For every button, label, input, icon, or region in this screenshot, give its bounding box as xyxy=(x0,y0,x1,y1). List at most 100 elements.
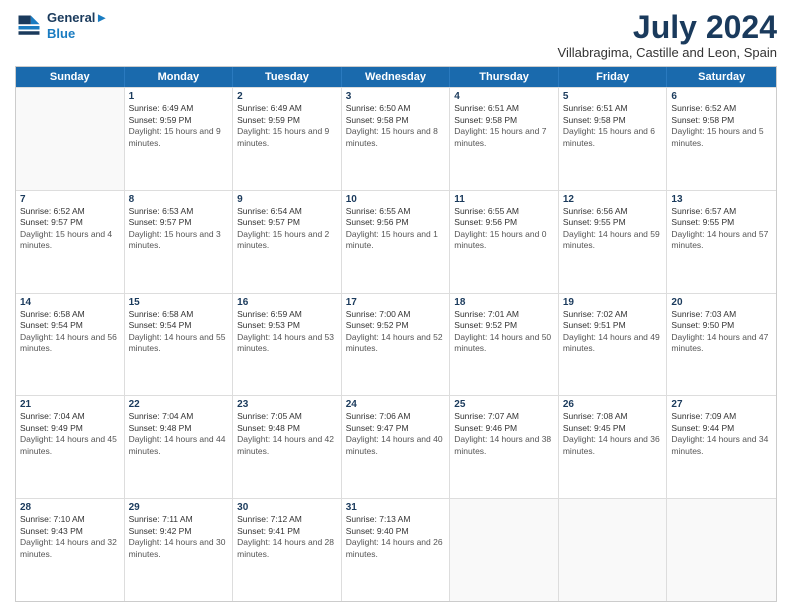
cell-info: Sunrise: 6:55 AMSunset: 9:56 PMDaylight:… xyxy=(346,206,446,252)
calendar-body: 1 Sunrise: 6:49 AMSunset: 9:59 PMDayligh… xyxy=(16,87,776,601)
cell-info: Sunrise: 7:03 AMSunset: 9:50 PMDaylight:… xyxy=(671,309,772,355)
week-row-2: 7 Sunrise: 6:52 AMSunset: 9:57 PMDayligh… xyxy=(16,190,776,293)
cal-cell-w2-d4: 10 Sunrise: 6:55 AMSunset: 9:56 PMDaylig… xyxy=(342,191,451,293)
cell-info: Sunrise: 7:11 AMSunset: 9:42 PMDaylight:… xyxy=(129,514,229,560)
cal-cell-w2-d2: 8 Sunrise: 6:53 AMSunset: 9:57 PMDayligh… xyxy=(125,191,234,293)
cal-cell-w1-d3: 2 Sunrise: 6:49 AMSunset: 9:59 PMDayligh… xyxy=(233,88,342,190)
cal-cell-w5-d7 xyxy=(667,499,776,601)
cal-cell-w4-d6: 26 Sunrise: 7:08 AMSunset: 9:45 PMDaylig… xyxy=(559,396,668,498)
week-row-1: 1 Sunrise: 6:49 AMSunset: 9:59 PMDayligh… xyxy=(16,87,776,190)
week-row-5: 28 Sunrise: 7:10 AMSunset: 9:43 PMDaylig… xyxy=(16,498,776,601)
cell-info: Sunrise: 6:52 AMSunset: 9:57 PMDaylight:… xyxy=(20,206,120,252)
cal-cell-w4-d5: 25 Sunrise: 7:07 AMSunset: 9:46 PMDaylig… xyxy=(450,396,559,498)
calendar: Sunday Monday Tuesday Wednesday Thursday… xyxy=(15,66,777,602)
logo: General► Blue xyxy=(15,10,108,41)
header-monday: Monday xyxy=(125,67,234,87)
cell-info: Sunrise: 6:51 AMSunset: 9:58 PMDaylight:… xyxy=(563,103,663,149)
week-row-4: 21 Sunrise: 7:04 AMSunset: 9:49 PMDaylig… xyxy=(16,395,776,498)
calendar-header: Sunday Monday Tuesday Wednesday Thursday… xyxy=(16,67,776,87)
day-number: 20 xyxy=(671,297,772,308)
day-number: 10 xyxy=(346,194,446,205)
day-number: 7 xyxy=(20,194,120,205)
cell-info: Sunrise: 6:59 AMSunset: 9:53 PMDaylight:… xyxy=(237,309,337,355)
day-number: 3 xyxy=(346,91,446,102)
day-number: 9 xyxy=(237,194,337,205)
day-number: 25 xyxy=(454,399,554,410)
day-number: 31 xyxy=(346,502,446,513)
cal-cell-w3-d1: 14 Sunrise: 6:58 AMSunset: 9:54 PMDaylig… xyxy=(16,294,125,396)
day-number: 29 xyxy=(129,502,229,513)
cal-cell-w5-d3: 30 Sunrise: 7:12 AMSunset: 9:41 PMDaylig… xyxy=(233,499,342,601)
cal-cell-w5-d2: 29 Sunrise: 7:11 AMSunset: 9:42 PMDaylig… xyxy=(125,499,234,601)
day-number: 6 xyxy=(671,91,772,102)
month-title: July 2024 xyxy=(558,10,777,45)
cal-cell-w4-d7: 27 Sunrise: 7:09 AMSunset: 9:44 PMDaylig… xyxy=(667,396,776,498)
cell-info: Sunrise: 6:52 AMSunset: 9:58 PMDaylight:… xyxy=(671,103,772,149)
cell-info: Sunrise: 7:01 AMSunset: 9:52 PMDaylight:… xyxy=(454,309,554,355)
cell-info: Sunrise: 7:04 AMSunset: 9:49 PMDaylight:… xyxy=(20,411,120,457)
header-thursday: Thursday xyxy=(450,67,559,87)
cal-cell-w4-d3: 23 Sunrise: 7:05 AMSunset: 9:48 PMDaylig… xyxy=(233,396,342,498)
day-number: 22 xyxy=(129,399,229,410)
cell-info: Sunrise: 6:51 AMSunset: 9:58 PMDaylight:… xyxy=(454,103,554,149)
cal-cell-w3-d7: 20 Sunrise: 7:03 AMSunset: 9:50 PMDaylig… xyxy=(667,294,776,396)
cell-info: Sunrise: 6:56 AMSunset: 9:55 PMDaylight:… xyxy=(563,206,663,252)
subtitle: Villabragima, Castille and Leon, Spain xyxy=(558,45,777,60)
cell-info: Sunrise: 6:50 AMSunset: 9:58 PMDaylight:… xyxy=(346,103,446,149)
cell-info: Sunrise: 7:13 AMSunset: 9:40 PMDaylight:… xyxy=(346,514,446,560)
page: General► Blue July 2024 Villabragima, Ca… xyxy=(0,0,792,612)
header-tuesday: Tuesday xyxy=(233,67,342,87)
cell-info: Sunrise: 6:58 AMSunset: 9:54 PMDaylight:… xyxy=(129,309,229,355)
cell-info: Sunrise: 7:12 AMSunset: 9:41 PMDaylight:… xyxy=(237,514,337,560)
logo-line1: General► xyxy=(47,10,108,26)
header-wednesday: Wednesday xyxy=(342,67,451,87)
cell-info: Sunrise: 6:57 AMSunset: 9:55 PMDaylight:… xyxy=(671,206,772,252)
cal-cell-w3-d2: 15 Sunrise: 6:58 AMSunset: 9:54 PMDaylig… xyxy=(125,294,234,396)
day-number: 24 xyxy=(346,399,446,410)
cal-cell-w1-d7: 6 Sunrise: 6:52 AMSunset: 9:58 PMDayligh… xyxy=(667,88,776,190)
cal-cell-w1-d6: 5 Sunrise: 6:51 AMSunset: 9:58 PMDayligh… xyxy=(559,88,668,190)
header-sunday: Sunday xyxy=(16,67,125,87)
cell-info: Sunrise: 7:09 AMSunset: 9:44 PMDaylight:… xyxy=(671,411,772,457)
cal-cell-w5-d4: 31 Sunrise: 7:13 AMSunset: 9:40 PMDaylig… xyxy=(342,499,451,601)
day-number: 26 xyxy=(563,399,663,410)
day-number: 8 xyxy=(129,194,229,205)
logo-icon xyxy=(15,12,43,40)
cell-info: Sunrise: 7:00 AMSunset: 9:52 PMDaylight:… xyxy=(346,309,446,355)
cal-cell-w1-d5: 4 Sunrise: 6:51 AMSunset: 9:58 PMDayligh… xyxy=(450,88,559,190)
day-number: 11 xyxy=(454,194,554,205)
day-number: 27 xyxy=(671,399,772,410)
title-block: July 2024 Villabragima, Castille and Leo… xyxy=(558,10,777,60)
day-number: 1 xyxy=(129,91,229,102)
day-number: 28 xyxy=(20,502,120,513)
cal-cell-w5-d6 xyxy=(559,499,668,601)
cal-cell-w5-d5 xyxy=(450,499,559,601)
day-number: 23 xyxy=(237,399,337,410)
cell-info: Sunrise: 6:53 AMSunset: 9:57 PMDaylight:… xyxy=(129,206,229,252)
cal-cell-w3-d3: 16 Sunrise: 6:59 AMSunset: 9:53 PMDaylig… xyxy=(233,294,342,396)
cell-info: Sunrise: 6:58 AMSunset: 9:54 PMDaylight:… xyxy=(20,309,120,355)
cal-cell-w2-d6: 12 Sunrise: 6:56 AMSunset: 9:55 PMDaylig… xyxy=(559,191,668,293)
cal-cell-w4-d2: 22 Sunrise: 7:04 AMSunset: 9:48 PMDaylig… xyxy=(125,396,234,498)
cell-info: Sunrise: 6:54 AMSunset: 9:57 PMDaylight:… xyxy=(237,206,337,252)
cell-info: Sunrise: 7:02 AMSunset: 9:51 PMDaylight:… xyxy=(563,309,663,355)
cell-info: Sunrise: 6:49 AMSunset: 9:59 PMDaylight:… xyxy=(237,103,337,149)
logo-text: General► Blue xyxy=(47,10,108,41)
cell-info: Sunrise: 6:49 AMSunset: 9:59 PMDaylight:… xyxy=(129,103,229,149)
cal-cell-w3-d4: 17 Sunrise: 7:00 AMSunset: 9:52 PMDaylig… xyxy=(342,294,451,396)
day-number: 4 xyxy=(454,91,554,102)
day-number: 30 xyxy=(237,502,337,513)
day-number: 5 xyxy=(563,91,663,102)
cal-cell-w2-d5: 11 Sunrise: 6:55 AMSunset: 9:56 PMDaylig… xyxy=(450,191,559,293)
header-friday: Friday xyxy=(559,67,668,87)
day-number: 12 xyxy=(563,194,663,205)
header: General► Blue July 2024 Villabragima, Ca… xyxy=(15,10,777,60)
cell-info: Sunrise: 6:55 AMSunset: 9:56 PMDaylight:… xyxy=(454,206,554,252)
day-number: 17 xyxy=(346,297,446,308)
cell-info: Sunrise: 7:06 AMSunset: 9:47 PMDaylight:… xyxy=(346,411,446,457)
day-number: 21 xyxy=(20,399,120,410)
cell-info: Sunrise: 7:07 AMSunset: 9:46 PMDaylight:… xyxy=(454,411,554,457)
header-saturday: Saturday xyxy=(667,67,776,87)
cal-cell-w3-d6: 19 Sunrise: 7:02 AMSunset: 9:51 PMDaylig… xyxy=(559,294,668,396)
cal-cell-w5-d1: 28 Sunrise: 7:10 AMSunset: 9:43 PMDaylig… xyxy=(16,499,125,601)
